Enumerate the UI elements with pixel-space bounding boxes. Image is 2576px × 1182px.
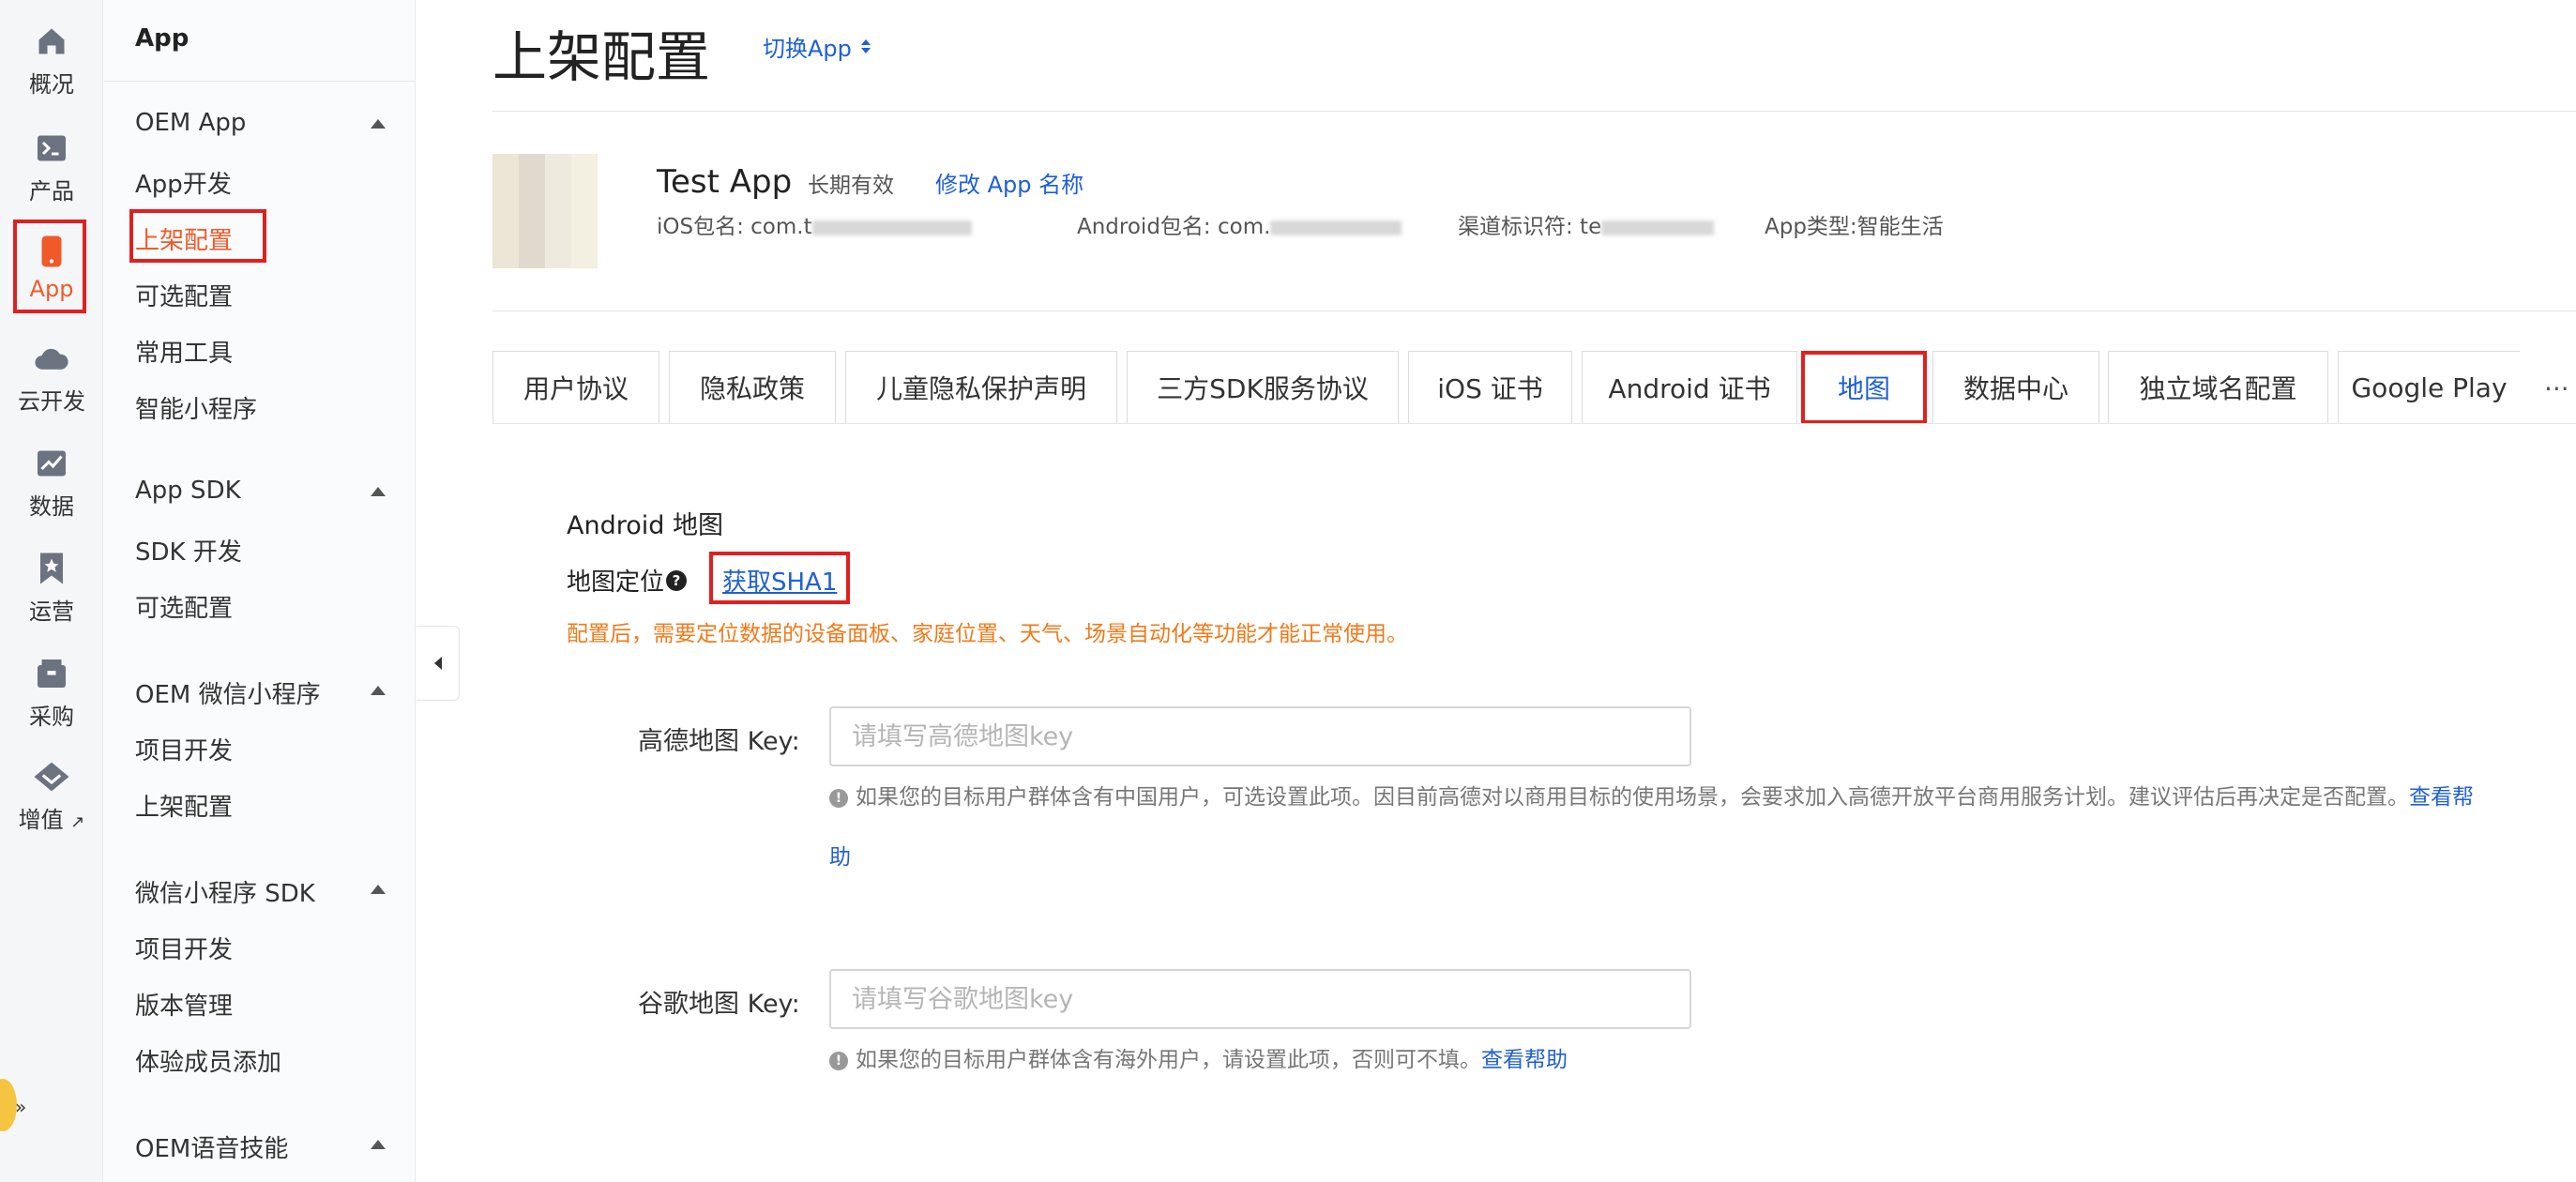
menu-group-oem-app[interactable]: OEM App [135, 109, 246, 137]
menu-item-version[interactable]: 版本管理 [135, 987, 233, 1022]
tab-google-play[interactable]: Google Play [2338, 351, 2520, 424]
google-hint: ! 如果您的目标用户群体含有海外用户，请设置此项，否则可不填。查看帮助 [829, 1030, 1568, 1090]
menu-item-wechat-project[interactable]: 项目开发 [135, 732, 233, 766]
google-key-input[interactable] [829, 969, 1691, 1029]
secondary-menu: App OEM App App开发 上架配置 可选配置 常用工具 智能小程序 A… [104, 0, 416, 1182]
terminal-icon [33, 129, 70, 167]
google-help-link[interactable]: 查看帮助 [1481, 1048, 1568, 1072]
caret-up-icon[interactable] [371, 686, 386, 695]
collapse-sidebar-button[interactable] [417, 626, 460, 701]
switch-app-button[interactable]: 切换App [763, 30, 871, 63]
icon-rail: 概况 产品 App 云开发 数据 运营 采购 增值 ↗ » [0, 0, 103, 1182]
rail-item-data[interactable]: 数据 [0, 441, 103, 535]
sort-icon [860, 39, 871, 53]
tab-data-center[interactable]: 数据中心 [1932, 351, 2099, 424]
menu-group-app-sdk[interactable]: App SDK [135, 477, 241, 505]
more-tabs-icon[interactable]: ··· [2544, 373, 2569, 404]
rail-item-cloud[interactable]: 云开发 [0, 336, 103, 430]
home-icon [33, 23, 70, 60]
caret-up-icon[interactable] [371, 885, 386, 894]
rail-item-value-added[interactable]: 增值 ↗ [0, 754, 103, 848]
switch-app-label: 切换App [763, 36, 852, 62]
caret-up-icon[interactable] [371, 1140, 386, 1149]
rail-item-operations[interactable]: 运营 [0, 546, 103, 640]
menu-group-voice[interactable]: OEM语音技能 [135, 1129, 288, 1164]
caret-up-icon[interactable] [371, 487, 386, 496]
rail-item-purchase[interactable]: 采购 [0, 651, 103, 745]
chevron-left-icon [433, 657, 442, 670]
map-location-label: 地图定位 ? [567, 563, 688, 598]
expand-icon[interactable]: » [15, 1096, 26, 1118]
menu-item-sdk-dev[interactable]: SDK 开发 [135, 533, 242, 568]
app-type: App类型:智能生活 [1765, 215, 1944, 239]
rail-label: 运营 [29, 599, 74, 625]
menu-group-oem-wechat[interactable]: OEM 微信小程序 [135, 675, 321, 710]
menu-item-testers[interactable]: 体验成员添加 [135, 1043, 281, 1078]
warning-text: 配置后，需要定位数据的设备面板、家庭位置、天气、场景自动化等功能才能正常使用。 [567, 622, 1408, 646]
divider [104, 81, 416, 82]
rail-label: 云开发 [18, 388, 85, 415]
tab-android-cert[interactable]: Android 证书 [1582, 351, 1797, 424]
section-title: Android 地图 [567, 511, 723, 540]
channel-id: 渠道标识符: te [1458, 208, 1715, 240]
rail-item-overview[interactable]: 概况 [0, 19, 103, 113]
highlight-box [13, 220, 86, 313]
rail-label: 增值 ↗ [18, 807, 85, 833]
menu-item-wechat-sdk-project[interactable]: 项目开发 [135, 931, 233, 965]
help-icon[interactable]: ? [666, 569, 688, 591]
rail-label: 数据 [29, 493, 74, 520]
amap-hint-cont: 助 [829, 827, 851, 887]
app-icon [492, 154, 598, 268]
menu-title: App [135, 24, 189, 53]
android-package: Android包名: com. [1077, 208, 1402, 240]
tab-privacy-policy[interactable]: 隐私政策 [669, 351, 836, 424]
menu-item-tools[interactable]: 常用工具 [135, 334, 233, 369]
menu-item-sdk-optional[interactable]: 可选配置 [135, 589, 233, 624]
amap-help-link[interactable]: 助 [829, 845, 851, 870]
menu-item-optional-config[interactable]: 可选配置 [135, 278, 233, 312]
rail-label: 采购 [29, 704, 74, 730]
cloud-icon [33, 340, 70, 377]
amap-key-input[interactable] [829, 706, 1691, 766]
highlight-box [129, 209, 266, 263]
page-title: 上架配置 [492, 25, 711, 89]
divider [492, 423, 2576, 424]
tab-child-privacy[interactable]: 儿童隐私保护声明 [845, 351, 1117, 424]
tab-custom-domain[interactable]: 独立域名配置 [2108, 351, 2328, 424]
ios-package: iOS包名: com.t [657, 208, 972, 240]
divider [492, 111, 2576, 112]
menu-item-app-dev[interactable]: App开发 [135, 165, 232, 200]
tab-ios-cert[interactable]: iOS 证书 [1408, 351, 1572, 424]
diamond-icon [33, 758, 70, 796]
get-sha1-link[interactable]: 获取SHA1 [722, 563, 837, 598]
amap-key-label: 高德地图 Key: [638, 727, 800, 756]
tab-third-party-sdk[interactable]: 三方SDK服务协议 [1127, 351, 1399, 424]
menu-item-mini-program[interactable]: 智能小程序 [135, 390, 257, 425]
tab-user-agreement[interactable]: 用户协议 [492, 351, 659, 424]
validity-badge: 长期有效 [808, 174, 894, 198]
chart-icon [33, 445, 70, 482]
external-link-icon: ↗ [70, 812, 85, 832]
google-key-label: 谷歌地图 Key: [638, 990, 800, 1019]
info-icon: ! [829, 1051, 848, 1070]
amap-hint: ! 如果您的目标用户群体含有中国用户，可选设置此项。因目前高德对以商用目标的使用场… [829, 767, 2555, 827]
menu-item-wechat-listing[interactable]: 上架配置 [135, 788, 233, 823]
rail-label: 产品 [29, 178, 74, 205]
rail-label: 概况 [29, 71, 74, 98]
rail-item-product[interactable]: 产品 [0, 126, 103, 220]
rename-app-link[interactable]: 修改 App 名称 [935, 166, 1083, 199]
amap-help-link[interactable]: 查看帮 [2409, 785, 2474, 810]
caret-up-icon[interactable] [371, 119, 386, 129]
bookmark-star-icon [33, 550, 70, 587]
box-icon [33, 655, 70, 692]
app-name: Test App [657, 163, 793, 201]
menu-group-wechat-sdk[interactable]: 微信小程序 SDK [135, 874, 315, 909]
tab-map[interactable]: 地图 [1801, 351, 1927, 424]
info-icon: ! [829, 788, 848, 808]
